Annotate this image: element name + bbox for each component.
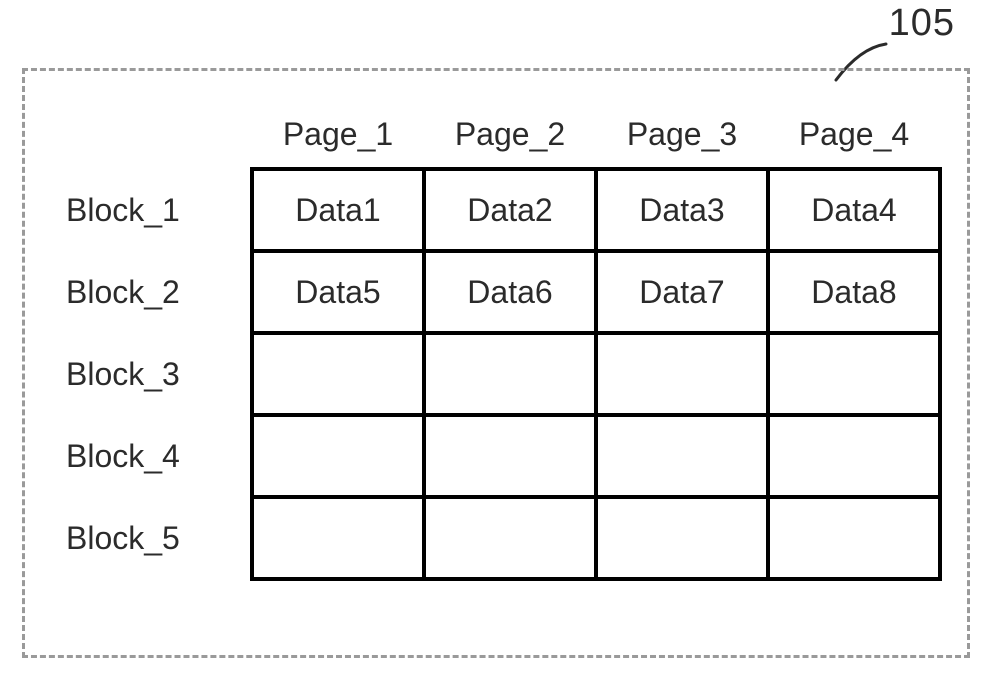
corner-spacer (65, 115, 252, 169)
row-header-block-4: Block_4 (65, 415, 252, 497)
cell (768, 333, 940, 415)
figure-reference-label: 105 (889, 2, 955, 45)
cell (252, 333, 424, 415)
diagram-canvas: 105 Page_1 Page_2 Page_3 Page_4 Block_1 … (0, 0, 1000, 687)
table-row: Block_4 (65, 415, 940, 497)
cell (424, 497, 596, 579)
memory-table: Page_1 Page_2 Page_3 Page_4 Block_1 Data… (65, 115, 942, 581)
table-row: Block_3 (65, 333, 940, 415)
cell: Data6 (424, 251, 596, 333)
cell (424, 333, 596, 415)
col-header-page-2: Page_2 (424, 115, 596, 169)
table-row: Block_1 Data1 Data2 Data3 Data4 (65, 169, 940, 251)
cell: Data3 (596, 169, 768, 251)
cell (596, 415, 768, 497)
row-header-block-2: Block_2 (65, 251, 252, 333)
cell (768, 415, 940, 497)
cell (596, 333, 768, 415)
cell (424, 415, 596, 497)
cell: Data8 (768, 251, 940, 333)
row-header-block-3: Block_3 (65, 333, 252, 415)
cell (252, 415, 424, 497)
table-row: Block_5 (65, 497, 940, 579)
row-header-block-1: Block_1 (65, 169, 252, 251)
col-header-page-4: Page_4 (768, 115, 940, 169)
table-row: Block_2 Data5 Data6 Data7 Data8 (65, 251, 940, 333)
cell: Data7 (596, 251, 768, 333)
col-header-page-3: Page_3 (596, 115, 768, 169)
cell: Data5 (252, 251, 424, 333)
col-header-page-1: Page_1 (252, 115, 424, 169)
row-header-block-5: Block_5 (65, 497, 252, 579)
column-header-row: Page_1 Page_2 Page_3 Page_4 (65, 115, 940, 169)
cell (768, 497, 940, 579)
memory-table-wrap: Page_1 Page_2 Page_3 Page_4 Block_1 Data… (65, 115, 970, 581)
cell: Data4 (768, 169, 940, 251)
cell: Data2 (424, 169, 596, 251)
cell (596, 497, 768, 579)
cell (252, 497, 424, 579)
cell: Data1 (252, 169, 424, 251)
